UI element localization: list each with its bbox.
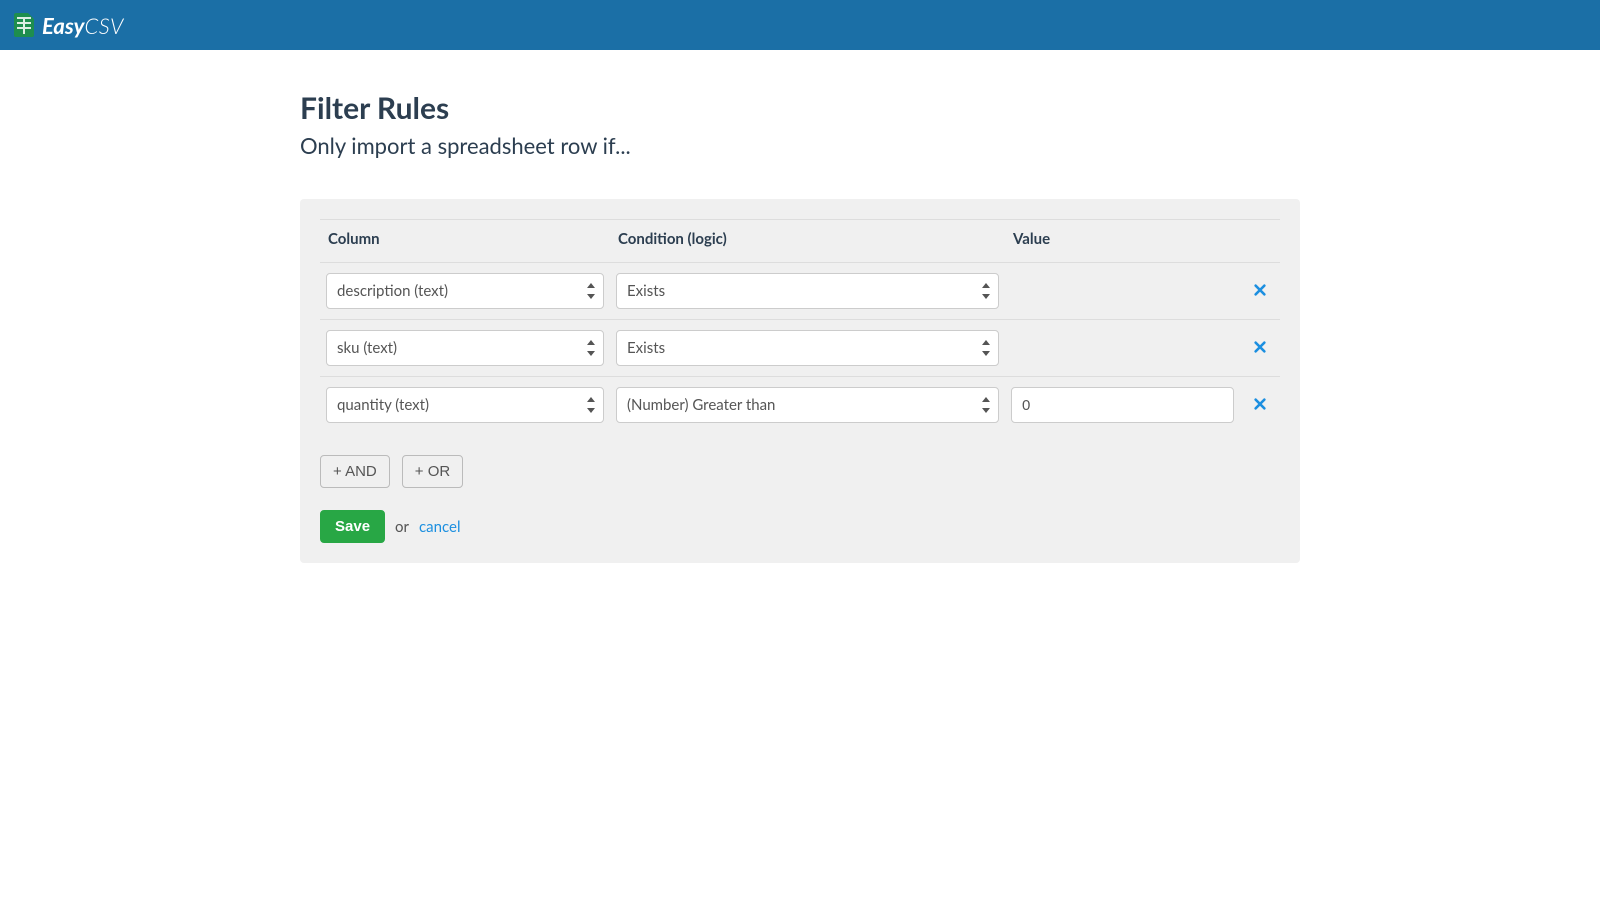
rule-row: description (text) Exists — [320, 263, 1280, 320]
add-and-button[interactable]: + AND — [320, 455, 390, 488]
close-icon — [1253, 340, 1267, 354]
header-delete — [1240, 220, 1280, 263]
delete-rule-button[interactable] — [1252, 396, 1268, 412]
brand-logo[interactable]: EasyCSV — [14, 12, 124, 39]
brand-thin: CSV — [84, 12, 123, 39]
spreadsheet-icon — [14, 13, 34, 37]
or-text: or — [395, 518, 409, 536]
close-icon — [1253, 283, 1267, 297]
delete-rule-button[interactable] — [1252, 339, 1268, 355]
page-subtitle: Only import a spreadsheet row if... — [300, 132, 1300, 159]
save-button[interactable]: Save — [320, 510, 385, 543]
header-condition: Condition (logic) — [610, 220, 1005, 263]
header-value: Value — [1005, 220, 1240, 263]
column-select[interactable]: sku (text) — [326, 330, 604, 366]
save-row: Save or cancel — [320, 510, 1280, 543]
add-or-button[interactable]: + OR — [402, 455, 463, 488]
value-input[interactable] — [1011, 387, 1234, 423]
condition-select[interactable]: (Number) Greater than — [616, 387, 999, 423]
brand-bold: Easy — [42, 12, 84, 39]
add-rule-buttons: + AND + OR — [320, 455, 1280, 488]
condition-select[interactable]: Exists — [616, 273, 999, 309]
main-container: Filter Rules Only import a spreadsheet r… — [300, 50, 1300, 563]
rule-row: sku (text) Exists — [320, 320, 1280, 377]
column-select[interactable]: quantity (text) — [326, 387, 604, 423]
cancel-link[interactable]: cancel — [419, 518, 460, 536]
close-icon — [1253, 397, 1267, 411]
rule-row: quantity (text) (Number) Greater than — [320, 377, 1280, 434]
header-column: Column — [320, 220, 610, 263]
delete-rule-button[interactable] — [1252, 282, 1268, 298]
rules-panel: Column Condition (logic) Value descripti… — [300, 199, 1300, 563]
rules-table: Column Condition (logic) Value descripti… — [320, 219, 1280, 433]
page-title: Filter Rules — [300, 90, 1300, 126]
column-select[interactable]: description (text) — [326, 273, 604, 309]
condition-select[interactable]: Exists — [616, 330, 999, 366]
topbar: EasyCSV — [0, 0, 1600, 50]
